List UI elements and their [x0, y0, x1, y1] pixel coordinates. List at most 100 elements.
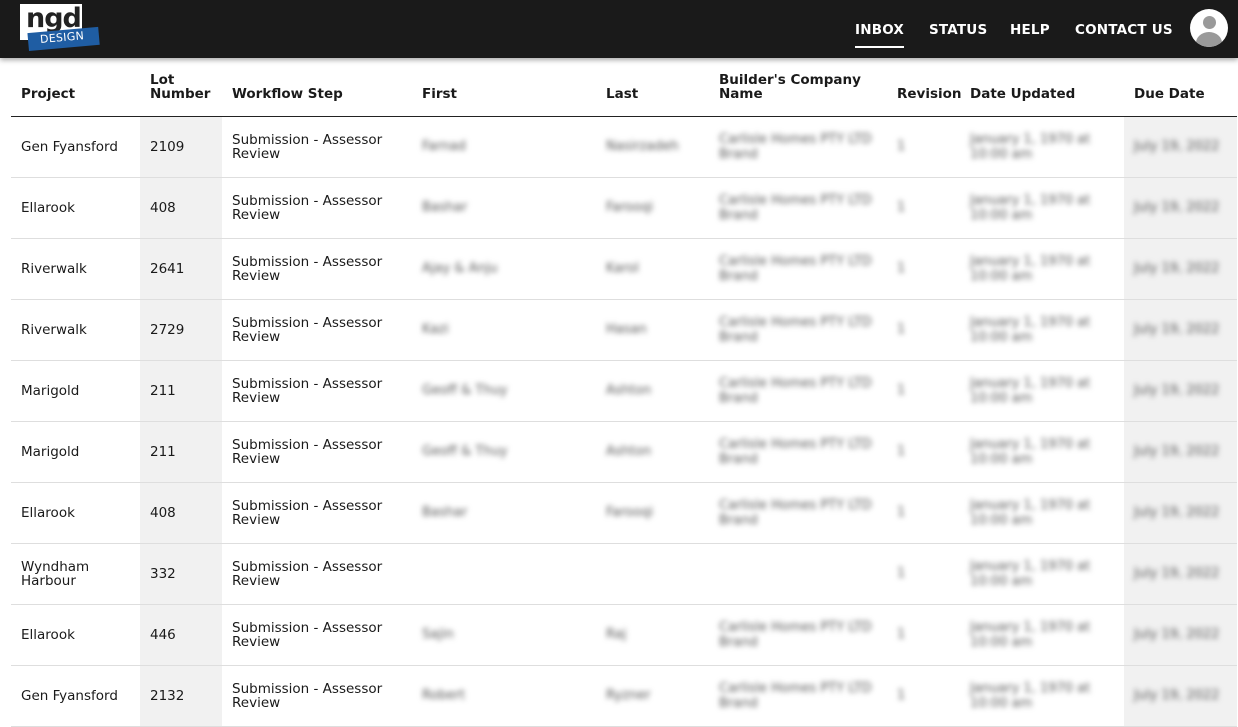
cell-workflow-step: Submission - Assessor Review [222, 238, 412, 300]
table-row[interactable]: Marigold 211 Submission - Assessor Review G… [11, 360, 1237, 422]
cell-due-date: July 19, 2022 [1124, 299, 1237, 361]
redacted-value: July 19, 2022 [1134, 200, 1220, 215]
redacted-value: 1 [897, 322, 906, 337]
cell-workflow-step: Submission - Assessor Review [222, 299, 412, 361]
cell-builder-company [709, 543, 895, 605]
redacted-value: Kazi [422, 322, 449, 337]
redacted-value: Bashar [422, 505, 468, 520]
cell-builder-company: Carlisle Homes PTY LTD Brand [709, 238, 895, 300]
redacted-value: Robert [422, 688, 466, 703]
cell-builder-company: Carlisle Homes PTY LTD Brand [709, 299, 895, 361]
cell-revision: 1 [895, 665, 960, 727]
column-header-lot-number[interactable]: Lot Number [140, 58, 222, 117]
column-header-workflow-step[interactable]: Workflow Step [222, 58, 412, 117]
cell-last-name: Farooqi [596, 177, 709, 239]
redacted-value: January 1, 1970 at 10:00 am [970, 436, 1091, 467]
cell-last-name: Raj [596, 604, 709, 666]
redacted-value: Carlisle Homes PTY LTD Brand [719, 131, 872, 162]
column-header-builder-company[interactable]: Builder's Company Name [709, 58, 895, 117]
redacted-value: Farnad [422, 139, 466, 154]
redacted-value: Nasirzadeh [606, 139, 679, 154]
redacted-value: Geoff & Thuy [422, 444, 508, 459]
redacted-value: January 1, 1970 at 10:00 am [970, 375, 1091, 406]
redacted-value: 1 [897, 627, 906, 642]
redacted-value: Karol [606, 261, 639, 276]
redacted-value: Hasan [606, 322, 647, 337]
cell-date-updated: January 1, 1970 at 10:00 am [960, 116, 1124, 178]
redacted-value: January 1, 1970 at 10:00 am [970, 314, 1091, 345]
ngd-design-logo[interactable]: ngd DESIGN [20, 3, 100, 52]
cell-first-name: Farnad [412, 116, 596, 178]
nav-help[interactable]: HELP [1010, 22, 1050, 38]
redacted-value: January 1, 1970 at 10:00 am [970, 558, 1091, 589]
cell-date-updated: January 1, 1970 at 10:00 am [960, 421, 1124, 483]
nav-contact-us[interactable]: CONTACT US [1075, 22, 1173, 38]
cell-project: Ellarook [11, 177, 140, 239]
table-header: Project Lot Number Workflow Step First L… [11, 58, 1237, 117]
cell-due-date: July 19, 2022 [1124, 421, 1237, 483]
cell-revision: 1 [895, 604, 960, 666]
cell-last-name: Ashton [596, 360, 709, 422]
table-row[interactable]: Marigold 211 Submission - Assessor Review G… [11, 421, 1237, 483]
table-row[interactable]: Wyndham Harbour 332 Submission - Assessor … [11, 543, 1237, 605]
table-row[interactable]: Riverwalk 2641 Submission - Assessor Revie… [11, 238, 1237, 300]
cell-workflow-step: Submission - Assessor Review [222, 665, 412, 727]
cell-workflow-step: Submission - Assessor Review [222, 604, 412, 666]
redacted-value: 1 [897, 139, 906, 154]
redacted-value: July 19, 2022 [1134, 444, 1220, 459]
nav-status[interactable]: STATUS [929, 22, 987, 38]
cell-date-updated: January 1, 1970 at 10:00 am [960, 238, 1124, 300]
cell-last-name: Ryzner [596, 665, 709, 727]
redacted-value: 1 [897, 505, 906, 520]
table-row[interactable]: Gen Fyansford 2132 Submission - Assessor R… [11, 665, 1237, 727]
cell-revision: 1 [895, 177, 960, 239]
cell-revision: 1 [895, 543, 960, 605]
cell-lot-number: 446 [140, 604, 222, 666]
nav-inbox[interactable]: INBOX [855, 22, 905, 48]
redacted-value: Carlisle Homes PTY LTD Brand [719, 253, 872, 284]
table-row[interactable]: Ellarook 408 Submission - Assessor Review B… [11, 177, 1237, 239]
redacted-value: 1 [897, 444, 906, 459]
column-header-date-updated[interactable]: Date Updated [960, 58, 1124, 117]
cell-workflow-step: Submission - Assessor Review [222, 543, 412, 605]
table-row[interactable]: Riverwalk 2729 Submission - Assessor Revie… [11, 299, 1237, 361]
cell-last-name: Karol [596, 238, 709, 300]
inbox-table: Project Lot Number Workflow Step First L… [11, 58, 1237, 727]
cell-date-updated: January 1, 1970 at 10:00 am [960, 543, 1124, 605]
cell-date-updated: January 1, 1970 at 10:00 am [960, 177, 1124, 239]
cell-due-date: July 19, 2022 [1124, 543, 1237, 605]
cell-lot-number: 408 [140, 177, 222, 239]
cell-revision: 1 [895, 482, 960, 544]
cell-builder-company: Carlisle Homes PTY LTD Brand [709, 360, 895, 422]
redacted-value: Ashton [606, 444, 652, 459]
cell-lot-number: 2641 [140, 238, 222, 300]
redacted-value: 1 [897, 566, 906, 581]
cell-builder-company: Carlisle Homes PTY LTD Brand [709, 604, 895, 666]
redacted-value: Farooqi [606, 505, 654, 520]
cell-first-name: Geoff & Thuy [412, 360, 596, 422]
cell-project: Ellarook [11, 604, 140, 666]
redacted-value: January 1, 1970 at 10:00 am [970, 253, 1091, 284]
cell-project: Ellarook [11, 482, 140, 544]
table-row[interactable]: Gen Fyansford 2109 Submission - Assessor R… [11, 116, 1237, 178]
cell-date-updated: January 1, 1970 at 10:00 am [960, 665, 1124, 727]
table-row[interactable]: Ellarook 408 Submission - Assessor Review B… [11, 482, 1237, 544]
column-header-revision[interactable]: Revision [895, 58, 962, 117]
cell-builder-company: Carlisle Homes PTY LTD Brand [709, 482, 895, 544]
column-header-first[interactable]: First [412, 58, 596, 117]
user-avatar-icon[interactable] [1190, 9, 1228, 47]
cell-project: Gen Fyansford [11, 116, 140, 178]
cell-lot-number: 408 [140, 482, 222, 544]
avatar-head [1203, 16, 1216, 29]
top-navigation-bar: ngd DESIGN INBOX STATUS HELP CONTACT US [0, 0, 1238, 58]
column-header-last[interactable]: Last [596, 58, 709, 117]
redacted-value: Carlisle Homes PTY LTD Brand [719, 619, 872, 650]
cell-date-updated: January 1, 1970 at 10:00 am [960, 360, 1124, 422]
redacted-value: July 19, 2022 [1134, 383, 1220, 398]
table-row[interactable]: Ellarook 446 Submission - Assessor Review S… [11, 604, 1237, 666]
column-header-due-date[interactable]: Due Date [1124, 58, 1237, 117]
redacted-value: January 1, 1970 at 10:00 am [970, 192, 1091, 223]
cell-builder-company: Carlisle Homes PTY LTD Brand [709, 177, 895, 239]
redacted-value: January 1, 1970 at 10:00 am [970, 131, 1091, 162]
column-header-project[interactable]: Project [11, 58, 140, 117]
